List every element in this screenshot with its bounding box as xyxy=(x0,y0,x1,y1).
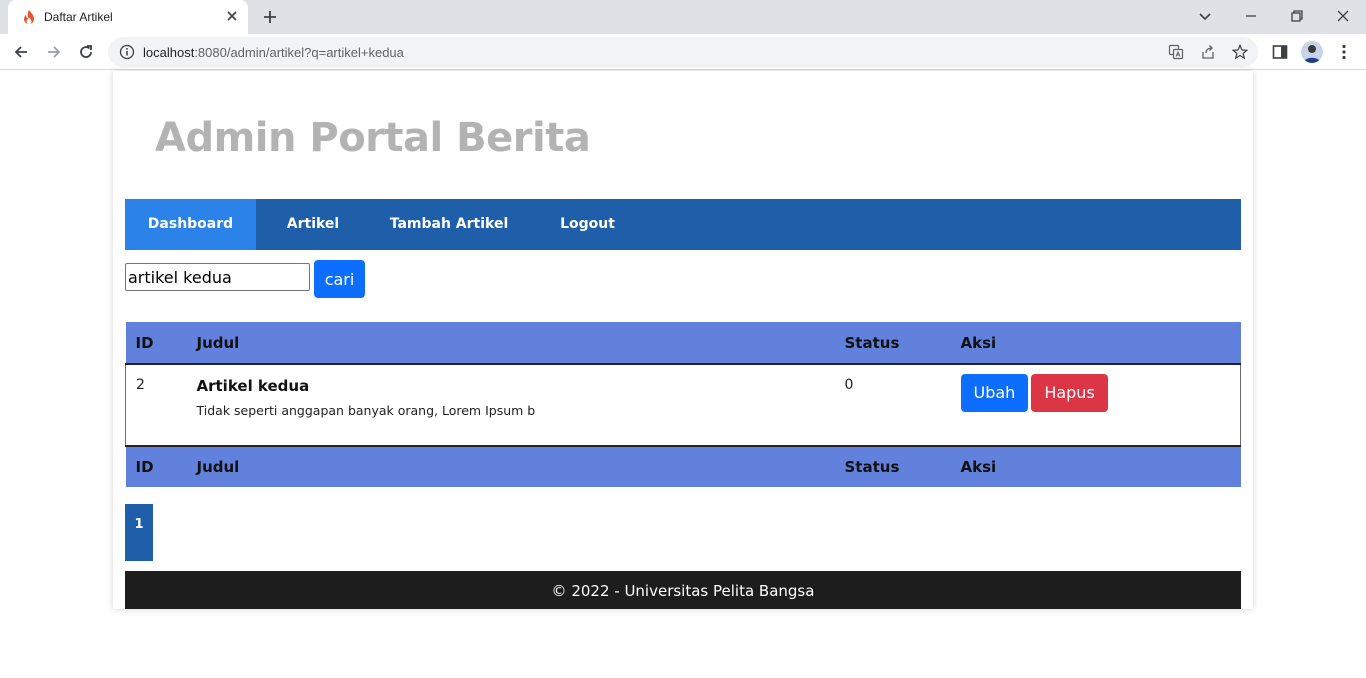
url-host: localhost xyxy=(143,45,195,60)
browser-toolbar: localhost:8080/admin/artikel?q=artikel+k… xyxy=(0,34,1366,70)
site-footer: © 2022 - Universitas Pelita Bangsa xyxy=(125,571,1241,609)
nav-logout[interactable]: Logout xyxy=(528,199,647,250)
page-container: Admin Portal Berita Dashboard Artikel Ta… xyxy=(113,71,1253,609)
footer-aksi: Aksi xyxy=(960,458,997,476)
restore-icon[interactable] xyxy=(1287,6,1307,26)
footer-status: Status xyxy=(844,458,900,476)
footer-id: ID xyxy=(135,458,154,476)
tab-search-icon[interactable] xyxy=(1195,6,1215,26)
search-button[interactable]: cari xyxy=(314,260,365,298)
nav-artikel[interactable]: Artikel xyxy=(256,199,370,250)
info-icon[interactable] xyxy=(119,44,135,60)
url-text: localhost:8080/admin/artikel?q=artikel+k… xyxy=(143,45,404,60)
table-header-row: ID Judul Status Aksi xyxy=(125,322,1241,364)
delete-button[interactable]: Hapus xyxy=(1031,374,1108,412)
browser-tabstrip: Daftar Artikel xyxy=(0,0,1366,34)
bookmark-star-icon[interactable] xyxy=(1232,44,1248,60)
article-table: ID Judul Status Aksi 2 Artikel kedua Tid… xyxy=(125,322,1241,487)
new-tab-icon[interactable] xyxy=(260,7,280,27)
table-footer-row: ID Judul Status Aksi xyxy=(125,446,1241,487)
reload-icon[interactable] xyxy=(76,42,96,62)
tab-title: Daftar Artikel xyxy=(44,10,113,24)
nav-tambah-artikel[interactable]: Tambah Artikel xyxy=(370,199,528,250)
back-arrow-icon[interactable] xyxy=(11,42,31,62)
cell-status: 0 xyxy=(844,377,854,393)
close-tab-icon[interactable] xyxy=(224,8,240,24)
minimize-icon[interactable] xyxy=(1241,6,1261,26)
header-status: Status xyxy=(844,333,900,352)
header-judul: Judul xyxy=(196,333,240,352)
search-input[interactable] xyxy=(125,263,310,291)
cell-aksi: Ubah Hapus xyxy=(951,364,1241,446)
nav-dashboard[interactable]: Dashboard xyxy=(125,199,256,250)
share-icon[interactable] xyxy=(1200,44,1216,60)
translate-icon[interactable] xyxy=(1168,44,1184,60)
article-title: Artikel kedua xyxy=(196,377,310,395)
header-aksi: Aksi xyxy=(960,333,997,352)
header-id: ID xyxy=(135,333,154,352)
profile-avatar[interactable] xyxy=(1301,41,1323,63)
footer-judul: Judul xyxy=(196,458,240,476)
main-nav: Dashboard Artikel Tambah Artikel Logout xyxy=(125,199,1241,250)
browser-tab[interactable]: Daftar Artikel xyxy=(8,0,248,34)
edit-button[interactable]: Ubah xyxy=(960,374,1029,412)
cell-id: 2 xyxy=(136,377,145,393)
user-avatar-icon xyxy=(1304,45,1320,63)
cell-judul: Artikel kedua Tidak seperti anggapan ban… xyxy=(187,364,835,446)
pagination-page-1[interactable]: 1 xyxy=(125,504,153,561)
site-title: Admin Portal Berita xyxy=(155,115,591,161)
side-panel-icon[interactable] xyxy=(1270,42,1290,62)
flame-icon xyxy=(24,10,34,24)
menu-kebab-icon[interactable] xyxy=(1334,42,1354,62)
article-excerpt: Tidak seperti anggapan banyak orang, Lor… xyxy=(196,403,536,418)
close-window-icon[interactable] xyxy=(1333,6,1353,26)
table-row: 2 Artikel kedua Tidak seperti anggapan b… xyxy=(125,364,1241,446)
url-path: :8080/admin/artikel?q=artikel+kedua xyxy=(194,45,404,60)
address-bar[interactable]: localhost:8080/admin/artikel?q=artikel+k… xyxy=(108,37,1258,67)
forward-arrow-icon[interactable] xyxy=(44,42,64,62)
